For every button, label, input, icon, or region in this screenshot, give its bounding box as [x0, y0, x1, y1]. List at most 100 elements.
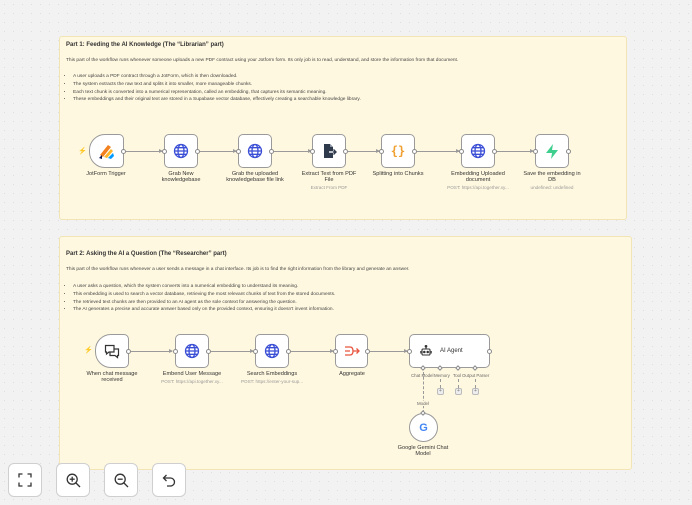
globe-icon: [184, 343, 200, 359]
node-embed-user-message[interactable]: [173, 334, 211, 368]
zoom-out-button[interactable]: [104, 463, 138, 497]
output-port[interactable]: [269, 148, 274, 154]
zoom-in-button[interactable]: [56, 463, 90, 497]
node-grab-new-knowledgebase[interactable]: [162, 134, 200, 168]
node-search-embeddings[interactable]: [253, 334, 291, 368]
globe-icon: [264, 343, 280, 359]
input-port[interactable]: [533, 148, 538, 154]
output-port[interactable]: [343, 148, 348, 154]
connection[interactable]: [126, 151, 162, 152]
node-ai-agent[interactable]: AI Agent: [407, 334, 492, 368]
output-port[interactable]: [206, 348, 211, 354]
bullet: Each text chunk is converted into a nume…: [73, 89, 361, 97]
node-label: Embend User Message: [162, 371, 222, 377]
input-port[interactable]: [379, 148, 384, 154]
globe-icon: [470, 143, 486, 159]
node-subtitle: undefined: undefined: [530, 185, 574, 190]
output-port[interactable]: [365, 348, 370, 354]
connection[interactable]: [274, 151, 311, 152]
connection[interactable]: [211, 351, 253, 352]
sticky-note-part1[interactable]: Part 1: Feeding the AI Knowledge (The “L…: [59, 36, 627, 220]
output-port[interactable]: [121, 148, 126, 154]
bullet: These embeddings and their original text…: [73, 96, 361, 104]
input-port[interactable]: [459, 148, 464, 154]
connection[interactable]: [200, 151, 236, 152]
output-port[interactable]: [492, 148, 497, 154]
input-port[interactable]: [407, 348, 412, 354]
connection[interactable]: [131, 351, 172, 352]
output-port[interactable]: [286, 348, 291, 354]
input-port[interactable]: [333, 348, 338, 354]
model-connection[interactable]: [423, 372, 424, 413]
braces-icon: {}: [390, 144, 406, 158]
connection[interactable]: [417, 151, 459, 152]
note-bullets: A user asks a question, which the system…: [66, 283, 335, 314]
output-port[interactable]: [487, 348, 492, 354]
fit-view-icon: [18, 473, 32, 487]
node-label: Aggregate: [339, 371, 365, 377]
output-port[interactable]: [126, 348, 131, 354]
input-port[interactable]: [173, 348, 178, 354]
input-port[interactable]: [253, 348, 258, 354]
node-label: Grab the uploaded knowledgebase file lin…: [226, 171, 284, 184]
connection[interactable]: [348, 151, 379, 152]
output-port[interactable]: [566, 148, 571, 154]
output-port[interactable]: [412, 148, 417, 154]
dashed-connection: [458, 379, 459, 388]
node-subtitle: POST: https://api.together.xy...: [161, 379, 223, 384]
zoom-out-icon: [114, 473, 128, 487]
node-grab-uploaded-file-link[interactable]: [236, 134, 274, 168]
dashed-connection: [475, 379, 476, 388]
node-chat-trigger[interactable]: [95, 334, 131, 368]
node-extract-text-pdf[interactable]: [310, 134, 348, 168]
input-port[interactable]: [310, 148, 315, 154]
input-port[interactable]: [236, 148, 241, 154]
add-memory-button[interactable]: +: [437, 388, 444, 395]
chat-icon: [104, 344, 120, 359]
google-icon: G: [419, 421, 428, 434]
add-output-parser-button[interactable]: +: [472, 388, 479, 395]
model-link-label: Model: [417, 401, 429, 406]
jotform-icon: [98, 145, 114, 159]
input-port[interactable]: [162, 148, 167, 154]
robot-icon: [420, 345, 432, 356]
memory-label: Memory: [434, 373, 450, 378]
fit-view-button[interactable]: [8, 463, 42, 497]
dashed-connection: [440, 379, 441, 388]
node-google-gemini-chat-model[interactable]: G: [409, 413, 438, 442]
tool-label: Tool: [453, 373, 462, 378]
globe-icon: [173, 143, 189, 159]
node-label: JotForm Trigger: [86, 171, 126, 177]
node-subtitle: POST: https://api.together.xy...: [447, 185, 509, 190]
node-label: Extract Text from PDF File: [301, 171, 357, 184]
aggregate-icon: [344, 346, 360, 356]
output-port[interactable]: [195, 148, 200, 154]
undo-icon: [162, 474, 176, 487]
node-label: Save the embedding in DB: [523, 171, 581, 184]
node-aggregate[interactable]: [333, 334, 370, 368]
bullet: The AI generates a precise and accurate …: [73, 306, 335, 314]
connection[interactable]: [291, 351, 333, 352]
supabase-icon: [546, 143, 558, 159]
connection[interactable]: [496, 151, 533, 152]
trigger-bolt-icon: ⚡: [78, 148, 87, 155]
node-subtitle: Extract From PDF: [310, 185, 348, 190]
node-label: AI Agent: [440, 348, 463, 354]
node-label: Google Gemini Chat Model: [397, 445, 449, 458]
node-jotform-trigger[interactable]: [89, 134, 126, 168]
connection[interactable]: [370, 351, 407, 352]
node-label: Splitting into Chunks: [372, 171, 424, 177]
node-splitting-chunks[interactable]: {}: [379, 134, 417, 168]
node-label: Search Embeddings: [246, 371, 298, 377]
zoom-in-icon: [66, 473, 80, 487]
node-embedding-uploaded-document[interactable]: [459, 134, 497, 168]
node-label: Embedding Uploaded document: [451, 171, 505, 184]
bullet: The retrieved text chunks are then provi…: [73, 299, 335, 307]
trigger-bolt-icon: ⚡: [84, 347, 93, 354]
bullet: A user uploads a PDF contract through a …: [73, 73, 361, 81]
note-intro: This part of the workflow runs whenever …: [66, 58, 459, 63]
add-tool-button[interactable]: +: [455, 388, 462, 395]
note-title: Part 2: Asking the AI a Question (The “R…: [66, 251, 227, 257]
node-save-embedding-db[interactable]: [533, 134, 571, 168]
undo-button[interactable]: [152, 463, 186, 497]
